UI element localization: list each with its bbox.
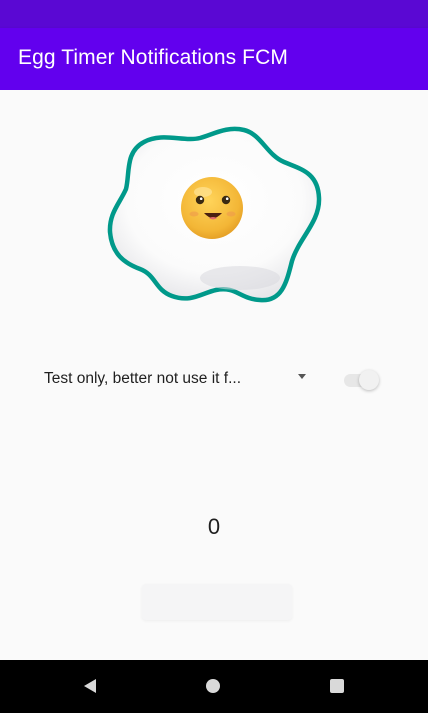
timer-value: 0 [207,514,221,539]
system-navigation-bar [0,660,428,713]
status-bar [0,0,428,28]
spinner-selected-value: Test only, better not use it f... [44,370,242,387]
start-button[interactable] [142,584,292,620]
main-content: Test only, better not use it f... 0 [0,90,428,660]
timer-switch[interactable] [340,368,384,392]
recents-icon[interactable] [330,679,344,693]
back-icon[interactable] [84,679,96,693]
egg-white-shadow [200,266,280,290]
left-eye-shine [199,197,203,200]
home-icon[interactable] [206,679,220,693]
right-eye [221,195,231,205]
left-eye [195,195,205,205]
dropdown-arrow-icon [298,374,306,379]
yolk [181,177,243,239]
app-title: Egg Timer Notifications FCM [18,46,288,69]
app-bar: Egg Timer Notifications FCM [0,28,428,90]
right-cheek [226,211,236,217]
fried-egg-illustration [107,126,322,303]
yolk-highlight [194,187,212,197]
right-eye-shine [225,197,229,200]
left-cheek [189,211,199,217]
switch-thumb [359,370,379,390]
timer-duration-spinner[interactable]: Test only, better not use it f... [32,357,322,399]
fried-egg-icon [100,120,330,320]
